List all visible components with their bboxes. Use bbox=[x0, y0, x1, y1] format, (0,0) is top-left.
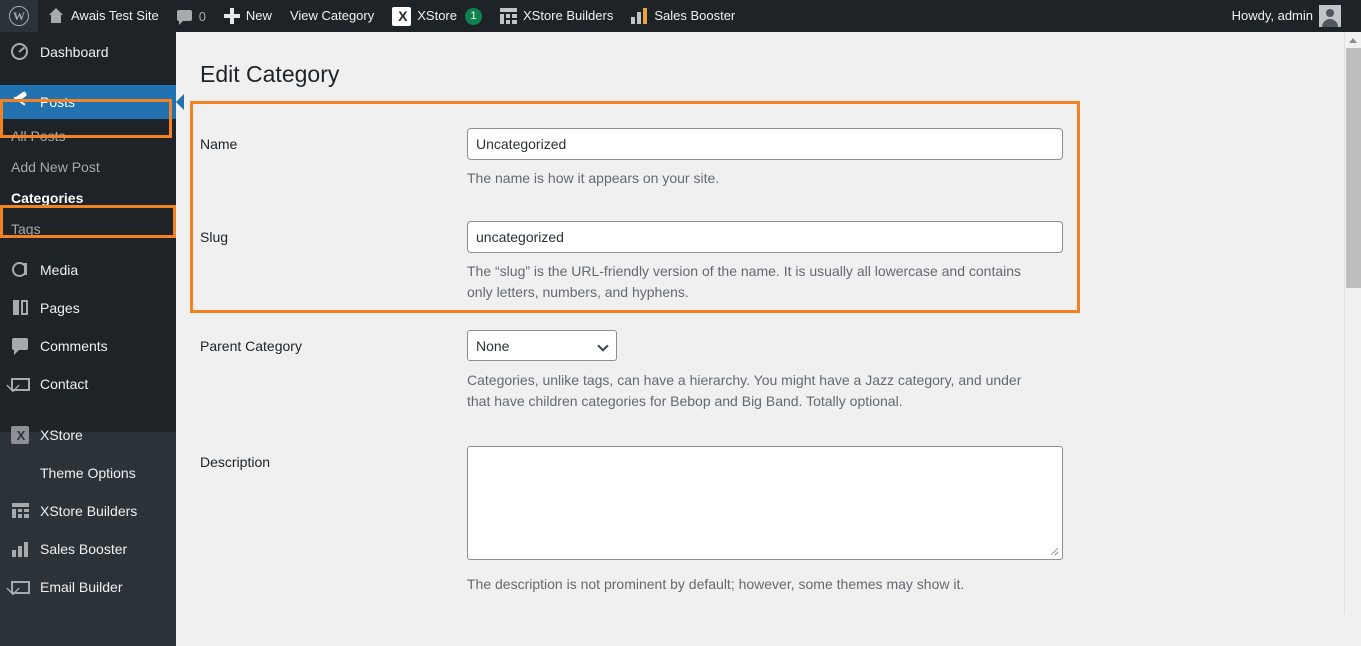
xstore-menu[interactable]: X XStore 1 bbox=[383, 0, 491, 32]
sidebar-item-email-builder[interactable]: Email Builder bbox=[0, 570, 176, 604]
sidebar-item-contact[interactable]: Contact bbox=[0, 367, 176, 401]
name-input[interactable] bbox=[467, 128, 1063, 160]
new-label: New bbox=[245, 8, 272, 23]
sidebar-item-posts[interactable]: Posts bbox=[0, 85, 184, 119]
scrollbar-thumb[interactable] bbox=[1346, 48, 1361, 288]
avatar bbox=[1319, 5, 1341, 27]
sidebar-item-xstore-builders[interactable]: XStore Builders bbox=[0, 494, 176, 528]
sidebar-item-sales-booster[interactable]: Sales Booster bbox=[0, 532, 176, 566]
xstore-builders-label: XStore Builders bbox=[523, 8, 614, 23]
sidebar-label-all-posts: All Posts bbox=[11, 127, 66, 144]
wordpress-logo-menu[interactable] bbox=[0, 0, 38, 32]
parent-category-select[interactable]: None bbox=[467, 330, 617, 361]
sidebar-label-dashboard: Dashboard bbox=[40, 44, 109, 60]
site-name-menu[interactable]: Awais Test Site bbox=[38, 0, 168, 32]
help-description: The description is not prominent by defa… bbox=[467, 576, 965, 592]
sidebar-item-comments[interactable]: Comments bbox=[0, 329, 176, 363]
sidebar-label-media: Media bbox=[40, 262, 79, 278]
sidebar-subitem-tags[interactable]: Tags bbox=[0, 213, 176, 244]
sidebar-label-tags: Tags bbox=[11, 220, 41, 237]
view-category-link[interactable]: View Category bbox=[281, 0, 383, 32]
comment-count-label: 0 bbox=[198, 8, 206, 24]
xstore-update-badge: 1 bbox=[465, 7, 482, 25]
sales-booster-menu[interactable]: Sales Booster bbox=[622, 0, 744, 32]
help-slug: The “slug” is the URL-friendly version o… bbox=[467, 263, 1022, 300]
xstore-icon: X bbox=[11, 425, 31, 445]
sliders-icon bbox=[11, 463, 31, 483]
page-title: Edit Category bbox=[200, 61, 340, 87]
sidebar-label-xstore-builders: XStore Builders bbox=[40, 503, 138, 519]
label-slug: Slug bbox=[200, 229, 229, 245]
my-account-menu[interactable]: Howdy, admin bbox=[1223, 0, 1361, 32]
description-textarea[interactable] bbox=[467, 446, 1063, 560]
pages-icon bbox=[11, 298, 31, 318]
help-parent-category: Categories, unlike tags, can have a hier… bbox=[467, 372, 1022, 409]
sidebar-item-media[interactable]: Media bbox=[0, 253, 176, 287]
bar-chart-icon bbox=[11, 539, 31, 559]
sidebar-label-xstore: XStore bbox=[40, 427, 83, 443]
sidebar-item-theme-options[interactable]: Theme Options bbox=[0, 456, 176, 490]
xstore-label: XStore bbox=[417, 8, 457, 23]
posts-submenu: All Posts Add New Post Categories Tags bbox=[0, 119, 176, 251]
bar-chart-icon bbox=[631, 8, 648, 24]
view-category-label: View Category bbox=[289, 8, 375, 23]
new-content-menu[interactable]: New bbox=[215, 0, 281, 32]
sidebar-subitem-categories[interactable]: Categories bbox=[0, 182, 176, 213]
label-description: Description bbox=[200, 454, 271, 470]
label-name: Name bbox=[200, 136, 238, 152]
sidebar-label-email-builder: Email Builder bbox=[40, 579, 123, 595]
sidebar-item-pages[interactable]: Pages bbox=[0, 291, 176, 325]
wordpress-logo-icon bbox=[9, 6, 29, 26]
sales-booster-label: Sales Booster bbox=[654, 8, 736, 23]
comment-bubble-icon bbox=[176, 9, 193, 25]
sidebar-label-comments: Comments bbox=[40, 338, 108, 354]
media-icon bbox=[11, 260, 31, 280]
slug-input[interactable] bbox=[467, 221, 1063, 253]
site-name-label: Awais Test Site bbox=[71, 8, 159, 23]
sidebar-label-posts: Posts bbox=[40, 94, 76, 110]
parent-category-value: None bbox=[476, 337, 510, 354]
comments-bubble-menu[interactable]: 0 bbox=[168, 0, 215, 32]
sidebar-item-xstore[interactable]: X XStore bbox=[0, 418, 176, 452]
xstore-builders-menu[interactable]: XStore Builders bbox=[491, 0, 622, 32]
submenu-arrow-icon bbox=[176, 94, 184, 110]
help-name: The name is how it appears on your site. bbox=[467, 170, 720, 186]
main-content: Edit Category Name The name is how it ap… bbox=[176, 32, 1345, 614]
sidebar-item-dashboard[interactable]: Dashboard bbox=[0, 35, 176, 69]
pin-icon bbox=[11, 92, 31, 112]
comment-icon bbox=[11, 336, 31, 356]
sidebar-label-sales-booster: Sales Booster bbox=[40, 541, 128, 557]
page-scrollbar[interactable] bbox=[1344, 32, 1361, 614]
chevron-down-icon bbox=[597, 340, 609, 352]
mail-icon bbox=[11, 374, 31, 394]
sidebar-label-add-new-post: Add New Post bbox=[11, 158, 100, 175]
sidebar-subitem-all-posts[interactable]: All Posts bbox=[0, 120, 176, 151]
admin-sidebar: Dashboard Posts All Posts Add New Post C… bbox=[0, 32, 184, 646]
howdy-label: Howdy, admin bbox=[1231, 8, 1313, 23]
grid-icon bbox=[500, 8, 517, 24]
grid-icon bbox=[11, 501, 31, 521]
label-parent-category: Parent Category bbox=[200, 338, 302, 354]
home-icon bbox=[47, 8, 65, 24]
sidebar-subitem-add-new-post[interactable]: Add New Post bbox=[0, 151, 176, 182]
sidebar-label-contact: Contact bbox=[40, 376, 89, 392]
plus-icon bbox=[223, 8, 240, 24]
envelope-icon bbox=[11, 577, 31, 597]
admin-bar: Awais Test Site 0 New View Category X XS… bbox=[0, 0, 1361, 32]
sidebar-label-pages: Pages bbox=[40, 300, 80, 316]
xstore-icon: X bbox=[392, 6, 412, 26]
dashboard-icon bbox=[11, 42, 31, 62]
sidebar-label-theme-options: Theme Options bbox=[40, 465, 136, 481]
scroll-up-arrow-icon[interactable] bbox=[1345, 32, 1361, 48]
sidebar-label-categories: Categories bbox=[11, 189, 84, 206]
